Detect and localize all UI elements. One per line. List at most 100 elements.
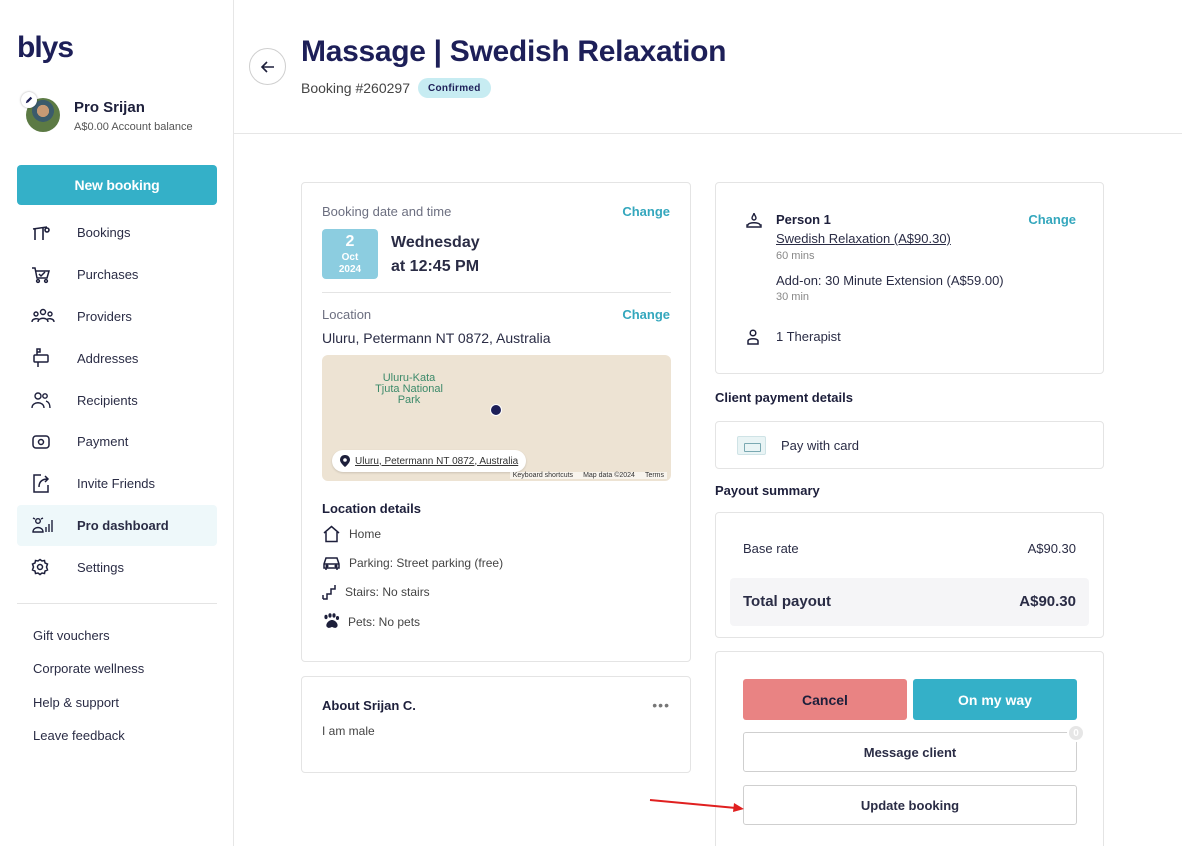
location-detail-item: Parking: Street parking (free) xyxy=(322,555,503,571)
about-client-card: About Srijan C. I am male ••• xyxy=(301,676,691,773)
paw-icon xyxy=(324,613,340,628)
sidebar-item-addresses[interactable]: Addresses xyxy=(17,337,217,379)
more-options-icon[interactable]: ••• xyxy=(652,697,670,713)
location-detail-text: Home xyxy=(349,527,382,541)
payout-summary-title: Payout summary xyxy=(715,483,820,498)
sidebar-item-label: Purchases xyxy=(77,267,139,283)
sidebar-item-label: Bookings xyxy=(77,225,131,241)
arrow-left-icon xyxy=(260,60,274,73)
divider xyxy=(17,603,217,604)
payment-method-card[interactable]: Pay with card xyxy=(715,421,1104,469)
service-link[interactable]: Swedish Relaxation (A$90.30) xyxy=(776,231,951,246)
page-title: Massage | Swedish Relaxation xyxy=(301,35,727,68)
location-detail-item: Pets: No pets xyxy=(322,613,420,630)
location-address: Uluru, Petermann NT 0872, Australia xyxy=(322,330,551,346)
map-address-link[interactable]: Uluru, Petermann NT 0872, Australia xyxy=(355,456,518,467)
cart-icon xyxy=(17,266,77,284)
gear-icon xyxy=(17,558,77,576)
therapist-count: 1 Therapist xyxy=(776,329,841,344)
sidebar-item-label: Pro dashboard xyxy=(77,517,169,533)
payment-icon xyxy=(17,434,77,450)
location-detail-text: Stairs: No stairs xyxy=(345,585,430,599)
stairs-icon xyxy=(322,585,336,600)
booking-details-card: Booking date and time Change 2 Oct 2024 … xyxy=(301,182,691,662)
profile-name: Pro Srijan xyxy=(74,99,145,116)
share-icon xyxy=(17,473,77,494)
sidebar: blys Pro Srijan A$0.00 Account balance N… xyxy=(0,0,234,846)
back-button[interactable] xyxy=(249,48,286,85)
sidebar-item-label: Providers xyxy=(77,308,132,324)
location-detail-item: Home xyxy=(322,525,381,543)
sidebar-item-settings[interactable]: Settings xyxy=(17,546,217,588)
sidebar-item-payment[interactable]: Payment xyxy=(17,421,217,463)
about-text: I am male xyxy=(322,724,375,738)
account-balance: A$0.00 Account balance xyxy=(74,121,193,133)
base-rate-label: Base rate xyxy=(743,541,799,556)
total-payout-row: Total payout A$90.30 xyxy=(730,578,1089,626)
link-corporate-wellness[interactable]: Corporate wellness xyxy=(33,661,144,694)
sidebar-item-label: Payment xyxy=(77,434,129,450)
booking-weekday: Wednesday xyxy=(391,234,480,251)
providers-icon xyxy=(17,307,77,325)
map-keyboard-shortcuts[interactable]: Keyboard shortcuts xyxy=(513,472,573,479)
status-badge: Confirmed xyxy=(418,78,491,98)
message-count-badge: 0 xyxy=(1067,724,1085,742)
addon-text: Add-on: 30 Minute Extension (A$59.00) xyxy=(776,273,1004,288)
message-client-button[interactable]: Message client xyxy=(743,732,1077,772)
date-month: Oct xyxy=(341,252,359,263)
location-pin-icon xyxy=(340,455,350,467)
sidebar-item-bookings[interactable]: Bookings xyxy=(17,212,217,254)
location-detail-item: Stairs: No stairs xyxy=(322,584,430,600)
base-rate-value: A$90.30 xyxy=(1027,541,1076,556)
person-name: Person 1 xyxy=(776,212,831,227)
change-location-button[interactable]: Change xyxy=(622,307,670,322)
mailbox-icon xyxy=(17,348,77,368)
booking-time: at 12:45 PM xyxy=(391,258,480,275)
link-gift-vouchers[interactable]: Gift vouchers xyxy=(33,628,144,661)
sidebar-item-recipients[interactable]: Recipients xyxy=(17,379,217,421)
sidebar-item-purchases[interactable]: Purchases xyxy=(17,254,217,296)
pro-dashboard-icon xyxy=(17,516,77,534)
total-payout-label: Total payout xyxy=(743,593,832,610)
credit-card-icon xyxy=(737,436,766,455)
sidebar-item-label: Recipients xyxy=(77,392,138,408)
link-leave-feedback[interactable]: Leave feedback xyxy=(33,728,144,761)
change-date-button[interactable]: Change xyxy=(622,204,670,219)
car-icon xyxy=(323,557,340,570)
new-booking-button[interactable]: New booking xyxy=(17,165,217,205)
location-details-title: Location details xyxy=(322,501,421,516)
map-address-chip[interactable]: Uluru, Petermann NT 0872, Australia xyxy=(332,450,527,472)
sidebar-item-label: Invite Friends xyxy=(77,476,156,492)
change-service-button[interactable]: Change xyxy=(1028,212,1076,227)
booking-actions-card: Cancel On my way Message client 0 Update… xyxy=(715,651,1104,846)
profile[interactable]: Pro Srijan A$0.00 Account balance xyxy=(17,92,217,136)
sidebar-item-label: Settings xyxy=(77,559,124,575)
update-booking-button[interactable]: Update booking xyxy=(743,785,1077,825)
total-payout-value: A$90.30 xyxy=(1019,593,1076,610)
map-marker[interactable] xyxy=(490,404,502,416)
annotation-arrow-icon xyxy=(649,799,744,812)
logo[interactable]: blys xyxy=(17,31,74,65)
link-help-support[interactable]: Help & support xyxy=(33,695,144,728)
sidebar-item-pro-dashboard[interactable]: Pro dashboard xyxy=(17,504,217,547)
sidebar-item-invite-friends[interactable]: Invite Friends xyxy=(17,463,217,505)
date-badge: 2 Oct 2024 xyxy=(322,229,378,279)
person-icon xyxy=(746,329,760,350)
payment-method: Pay with card xyxy=(781,438,860,453)
sidebar-item-label: Addresses xyxy=(77,350,139,366)
location-label: Location xyxy=(322,307,372,322)
massage-icon xyxy=(746,212,762,235)
location-map[interactable]: Uluru-Kata Tjuta National Park Uluru, Pe… xyxy=(322,355,671,481)
page-header: Massage | Swedish Relaxation Booking #26… xyxy=(234,0,1182,134)
bookings-icon xyxy=(17,224,77,242)
on-my-way-button[interactable]: On my way xyxy=(913,679,1077,720)
payment-details-title: Client payment details xyxy=(715,390,853,405)
edit-avatar-icon[interactable] xyxy=(21,92,37,108)
sidebar-links: Gift vouchers Corporate wellness Help & … xyxy=(33,628,144,761)
addon-duration: 30 min xyxy=(776,291,810,303)
recipients-icon xyxy=(17,391,77,409)
map-terms-link[interactable]: Terms xyxy=(645,472,664,479)
map-footer: Keyboard shortcuts Map data ©2024 Terms xyxy=(509,472,667,479)
cancel-button[interactable]: Cancel xyxy=(743,679,907,720)
sidebar-item-providers[interactable]: Providers xyxy=(17,296,217,338)
